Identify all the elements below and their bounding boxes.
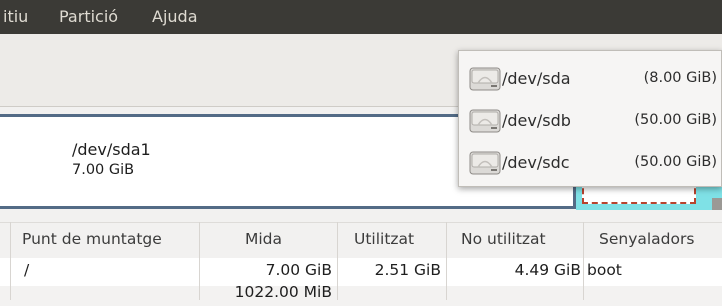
column-used[interactable]: Utilitzat [354,230,414,248]
device-path: /dev/sda [502,69,571,88]
device-item-sdc[interactable]: /dev/sdc (50.00 GiB) [459,143,722,185]
device-item-sdb[interactable]: /dev/sdb (50.00 GiB) [459,101,722,143]
menu-device[interactable]: itiu [3,7,28,26]
column-size[interactable]: Mida [245,230,282,248]
menubar: itiu Partició Ajuda [0,0,722,34]
menu-partition[interactable]: Partició [59,7,118,26]
column-divider [199,222,200,300]
column-mount-point[interactable]: Punt de muntatge [22,230,162,248]
table-row[interactable]: 1022.00 MiB [0,283,722,306]
device-size: (8.00 GiB) [643,70,717,86]
column-divider [337,222,338,300]
hard-disk-icon [469,67,501,91]
cell-used: 2.51 GiB [374,261,441,279]
partition-table-header: Punt de muntatge Mida Utilitzat No utili… [0,222,722,259]
cell-mount-point: / [24,261,30,279]
device-item-sda[interactable]: /dev/sda (8.00 GiB) [459,59,722,101]
device-dropdown-menu: /dev/sda (8.00 GiB) /dev/sdb (50.00 GiB)… [458,50,722,187]
partition-scroll-edge [712,198,722,210]
device-size: (50.00 GiB) [634,154,717,170]
cell-size: 1022.00 MiB [234,283,332,301]
hard-disk-icon [469,151,501,175]
table-row[interactable]: / 7.00 GiB 2.51 GiB 4.49 GiB boot [0,258,722,286]
device-path: /dev/sdb [502,111,571,130]
menu-help[interactable]: Ajuda [152,7,198,26]
partition-name: /dev/sda1 [72,140,151,159]
partition-size: 7.00 GiB [72,162,135,178]
cell-flags: boot [587,261,622,279]
device-size: (50.00 GiB) [634,112,717,128]
cell-unused: 4.49 GiB [514,261,581,279]
device-path: /dev/sdc [502,153,570,172]
column-flags[interactable]: Senyaladors [599,230,694,248]
column-unused[interactable]: No utilitzat [461,230,546,248]
cell-size: 7.00 GiB [265,261,332,279]
column-divider [10,222,11,300]
column-divider [583,222,584,300]
column-divider [446,222,447,300]
hard-disk-icon [469,109,501,133]
